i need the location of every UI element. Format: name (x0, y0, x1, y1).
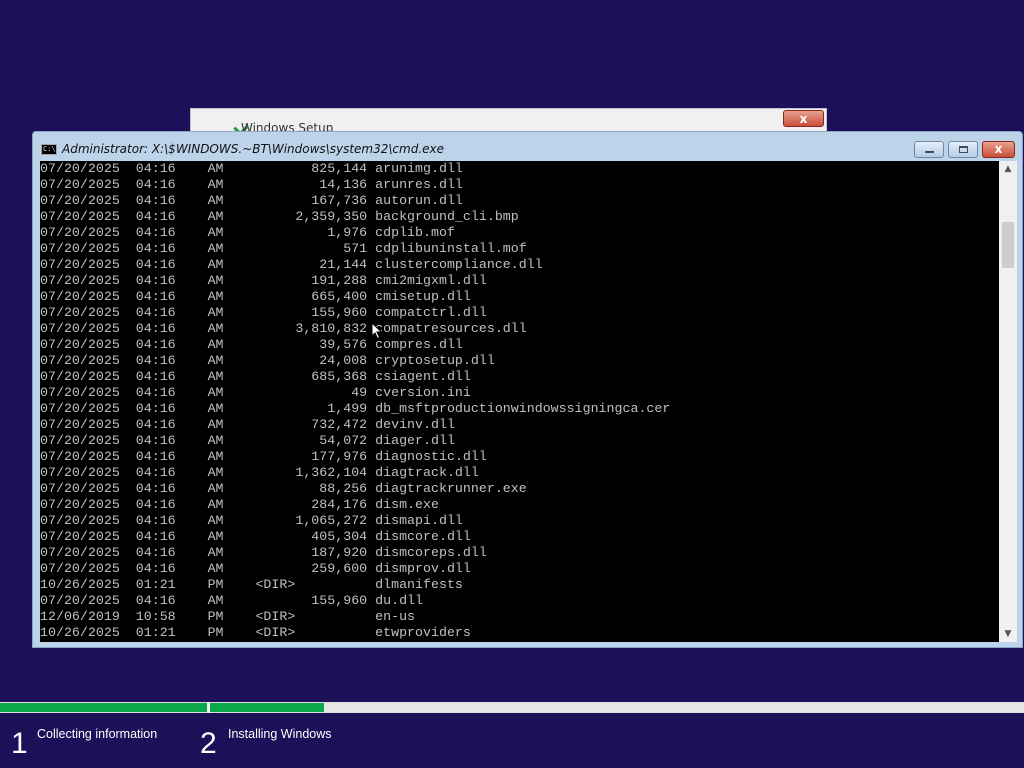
progress-step1-fill (0, 703, 207, 712)
scroll-up-arrow-icon[interactable]: ▲ (999, 161, 1017, 177)
console-line: 07/20/2025 04:16 AM 2,359,350 background… (40, 209, 519, 224)
console-line: 07/20/2025 04:16 AM 571 cdplibuninstall.… (40, 241, 527, 256)
maximize-button[interactable] (948, 141, 978, 158)
console-line: 07/20/2025 04:16 AM 14,136 arunres.dll (40, 177, 463, 192)
console-line: 07/20/2025 04:16 AM 405,304 dismcore.dll (40, 529, 471, 544)
close-icon: x (994, 142, 1003, 156)
setup-progress-bar (0, 702, 1024, 713)
console-line: 07/20/2025 04:16 AM 88,256 diagtrackrunn… (40, 481, 527, 496)
step2-number: 2 (200, 727, 217, 760)
console-line: 07/20/2025 04:16 AM 177,976 diagnostic.d… (40, 449, 487, 464)
console-line: 07/20/2025 04:16 AM 21,144 clustercompli… (40, 257, 543, 272)
mouse-pointer-icon (371, 321, 383, 344)
cmd-icon-text: C:\ (43, 145, 56, 153)
console-line: 10/26/2025 01:21 PM <DIR> dlmanifests (40, 577, 463, 592)
console-line: 07/20/2025 04:16 AM 1,499 db_msftproduct… (40, 401, 671, 416)
console-line: 10/26/2025 01:21 PM <DIR> etwproviders (40, 625, 471, 640)
console-line: 07/20/2025 04:16 AM 665,400 cmisetup.dll (40, 289, 471, 304)
scroll-down-arrow-icon[interactable]: ▼ (999, 626, 1017, 642)
console-line: 07/20/2025 04:16 AM 1,065,272 dismapi.dl… (40, 513, 463, 528)
console-line: 07/20/2025 04:16 AM 54,072 diager.dll (40, 433, 455, 448)
console-line: 07/20/2025 04:16 AM 155,960 compatctrl.d… (40, 305, 487, 320)
cmd-app-icon: C:\ (41, 144, 57, 155)
console-line: 07/20/2025 04:16 AM 39,576 compres.dll (40, 337, 463, 352)
console-output[interactable]: 07/20/2025 04:16 AM 825,144 arunimg.dll 0… (40, 161, 999, 642)
step1-label: Collecting information (37, 727, 158, 741)
console-line: 07/20/2025 04:16 AM 1,976 cdplib.mof (40, 225, 455, 240)
console-line: 07/20/2025 04:16 AM 284,176 dism.exe (40, 497, 439, 512)
console-line: 07/20/2025 04:16 AM 3,810,832 compatreso… (40, 321, 527, 336)
step2-label: Installing Windows (228, 727, 332, 741)
cmd-titlebar[interactable]: C:\ Administrator: X:\$WINDOWS.~BT\Windo… (33, 132, 1022, 161)
setup-close-button[interactable]: x (783, 110, 824, 127)
console-line: 07/20/2025 04:16 AM 732,472 devinv.dll (40, 417, 455, 432)
console-line: 07/20/2025 04:16 AM 1,362,104 diagtrack.… (40, 465, 479, 480)
console-line: 12/06/2019 10:58 PM <DIR> en-us (40, 609, 416, 624)
maximize-icon (959, 146, 968, 153)
console-line: 07/20/2025 04:16 AM 191,288 cmi2migxml.d… (40, 273, 487, 288)
minimize-icon (925, 151, 934, 153)
console-line: 07/20/2025 04:16 AM 155,960 du.dll (40, 593, 424, 608)
console-line: 07/20/2025 04:16 AM 24,008 cryptosetup.d… (40, 353, 495, 368)
console-line: 07/20/2025 04:16 AM 167,736 autorun.dll (40, 193, 463, 208)
console-line: 07/20/2025 04:16 AM 825,144 arunimg.dll (40, 161, 463, 176)
console-line: 07/20/2025 04:16 AM 49 cversion.ini (40, 385, 471, 400)
console-line: 07/20/2025 04:16 AM 685,368 csiagent.dll (40, 369, 471, 384)
console-line: 07/20/2025 04:16 AM 259,600 dismprov.dll (40, 561, 471, 576)
cmd-window-title: Administrator: X:\$WINDOWS.~BT\Windows\s… (62, 142, 444, 156)
console-line: 07/20/2025 04:16 AM 187,920 dismcoreps.d… (40, 545, 487, 560)
close-icon: x (799, 112, 808, 126)
progress-step2-fill (210, 703, 324, 712)
vertical-scrollbar[interactable]: ▲ ▼ (999, 161, 1017, 642)
step1-number: 1 (11, 727, 28, 760)
minimize-button[interactable] (914, 141, 944, 158)
close-button[interactable]: x (982, 141, 1015, 158)
scrollbar-thumb[interactable] (1002, 222, 1014, 268)
cmd-window: C:\ Administrator: X:\$WINDOWS.~BT\Windo… (32, 131, 1023, 648)
